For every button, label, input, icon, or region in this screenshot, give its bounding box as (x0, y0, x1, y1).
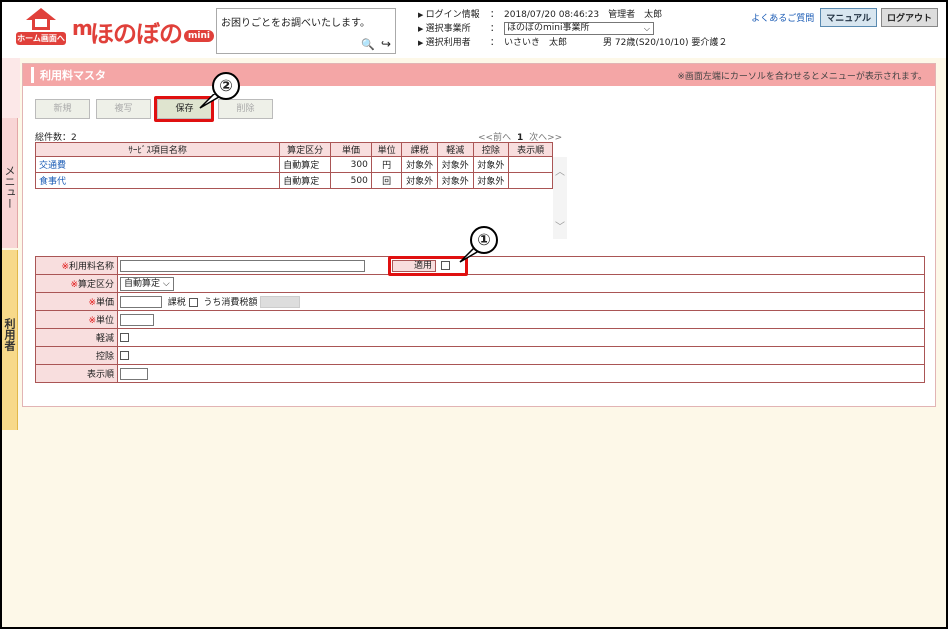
delete-button[interactable]: 削除 (218, 99, 273, 119)
calc-select[interactable]: 自動算定 ⌵ (120, 276, 174, 291)
new-button[interactable]: 新規 (35, 99, 90, 119)
user-tab[interactable]: 利用者 (2, 250, 18, 430)
manual-button[interactable]: マニュアル (820, 8, 877, 27)
menu-tab[interactable]: メニュー (2, 118, 18, 248)
unit-field[interactable] (120, 313, 154, 326)
calc-label: ※算定区分 (35, 274, 118, 293)
order-field[interactable] (120, 367, 148, 380)
name-field[interactable] (120, 259, 365, 272)
chevron-up-icon: ︿ (555, 167, 565, 178)
chevron-down-icon: ﹀ (555, 222, 565, 233)
deduct-label: 控除 (35, 346, 118, 365)
home-label: ホーム画面へ (16, 32, 66, 45)
tax-label: 課税 (167, 297, 186, 308)
tax-checkbox[interactable] (188, 297, 198, 307)
table-row[interactable]: 交通費 自動算定 300 円 対象外 対象外 対象外 (34, 156, 553, 173)
col-header: 軽減 (436, 142, 474, 157)
table-row[interactable]: 食事代 自動算定 500 回 対象外 対象外 対象外 (34, 172, 553, 189)
incl-tax-label: うち消費税額 (203, 297, 258, 308)
service-link[interactable]: 食事代 (39, 177, 66, 187)
home-button[interactable]: ホーム画面へ (16, 8, 66, 52)
side-strip (2, 58, 20, 118)
apply-label: 適用 (392, 260, 436, 272)
name-label: ※利用料名称 (35, 256, 118, 275)
col-header: ｻｰﾋﾞｽ項目名称 (34, 142, 281, 157)
price-label: ※単価 (35, 292, 118, 311)
faq-link[interactable]: よくあるご質問 (751, 11, 814, 24)
logout-button[interactable]: ログアウト (880, 8, 938, 27)
search-placeholder: お困りごとをお調べいたします。 (221, 18, 370, 29)
price-field[interactable] (120, 296, 162, 309)
chevron-down-icon: ⌵ (643, 24, 650, 33)
edit-form: ※利用料名称 ※算定区分 自動算定 ⌵ ※単価 課税 うち消費税額 ※単位 軽減 (35, 256, 925, 383)
callout-1: ① (470, 226, 498, 254)
col-header: 控除 (472, 142, 510, 157)
home-icon (26, 8, 56, 30)
user-value: いさいき 太郎 男 72歳(S20/10/10) 要介護２ (504, 38, 728, 48)
deduct-checkbox[interactable] (120, 350, 129, 360)
list-scrollbar[interactable]: ︿ ﹀ (553, 157, 567, 239)
col-header: 単価 (330, 142, 372, 157)
page-title: 利用料マスタ (31, 67, 106, 83)
col-header: 課税 (401, 142, 438, 157)
unit-label: ※単位 (35, 310, 118, 329)
callout-2: ② (212, 72, 240, 100)
chevron-down-icon: ⌵ (162, 278, 170, 289)
copy-button[interactable]: 複写 (96, 99, 151, 119)
login-value: 2018/07/20 08:46:23 管理者 太郎 (504, 10, 663, 20)
service-link[interactable]: 交通費 (39, 161, 66, 171)
col-header: 表示順 (508, 142, 553, 157)
search-input[interactable]: お困りごとをお調べいたします。 🔍 ↪ (216, 8, 396, 54)
col-header: 単位 (370, 142, 403, 157)
arrow-icon[interactable]: ↪ (381, 37, 391, 51)
search-icon[interactable]: 🔍 (361, 38, 375, 51)
logo: m ほのぼの mini (72, 10, 214, 50)
reduce-label: 軽減 (35, 328, 118, 347)
office-select[interactable]: ほのぼのmini事業所 ⌵ (504, 22, 654, 35)
session-info: ログイン情報：2018/07/20 08:46:23 管理者 太郎 選択事業所：… (418, 8, 738, 50)
incl-tax-field (260, 296, 301, 309)
apply-checkbox[interactable] (441, 261, 450, 270)
order-label: 表示順 (35, 364, 118, 383)
hint-text: ※画面左端にカーソルを合わせるとメニューが表示されます。 (677, 71, 927, 82)
reduce-checkbox[interactable] (120, 332, 129, 342)
header: ホーム画面へ m ほのぼの mini お困りごとをお調べいたします。 🔍 ↪ ロ… (2, 2, 946, 58)
service-table: ｻｰﾋﾞｽ項目名称 算定区分 単価 単位 課税 軽減 控除 表示順 交通費 自動… (34, 142, 553, 189)
col-header: 算定区分 (279, 142, 332, 157)
